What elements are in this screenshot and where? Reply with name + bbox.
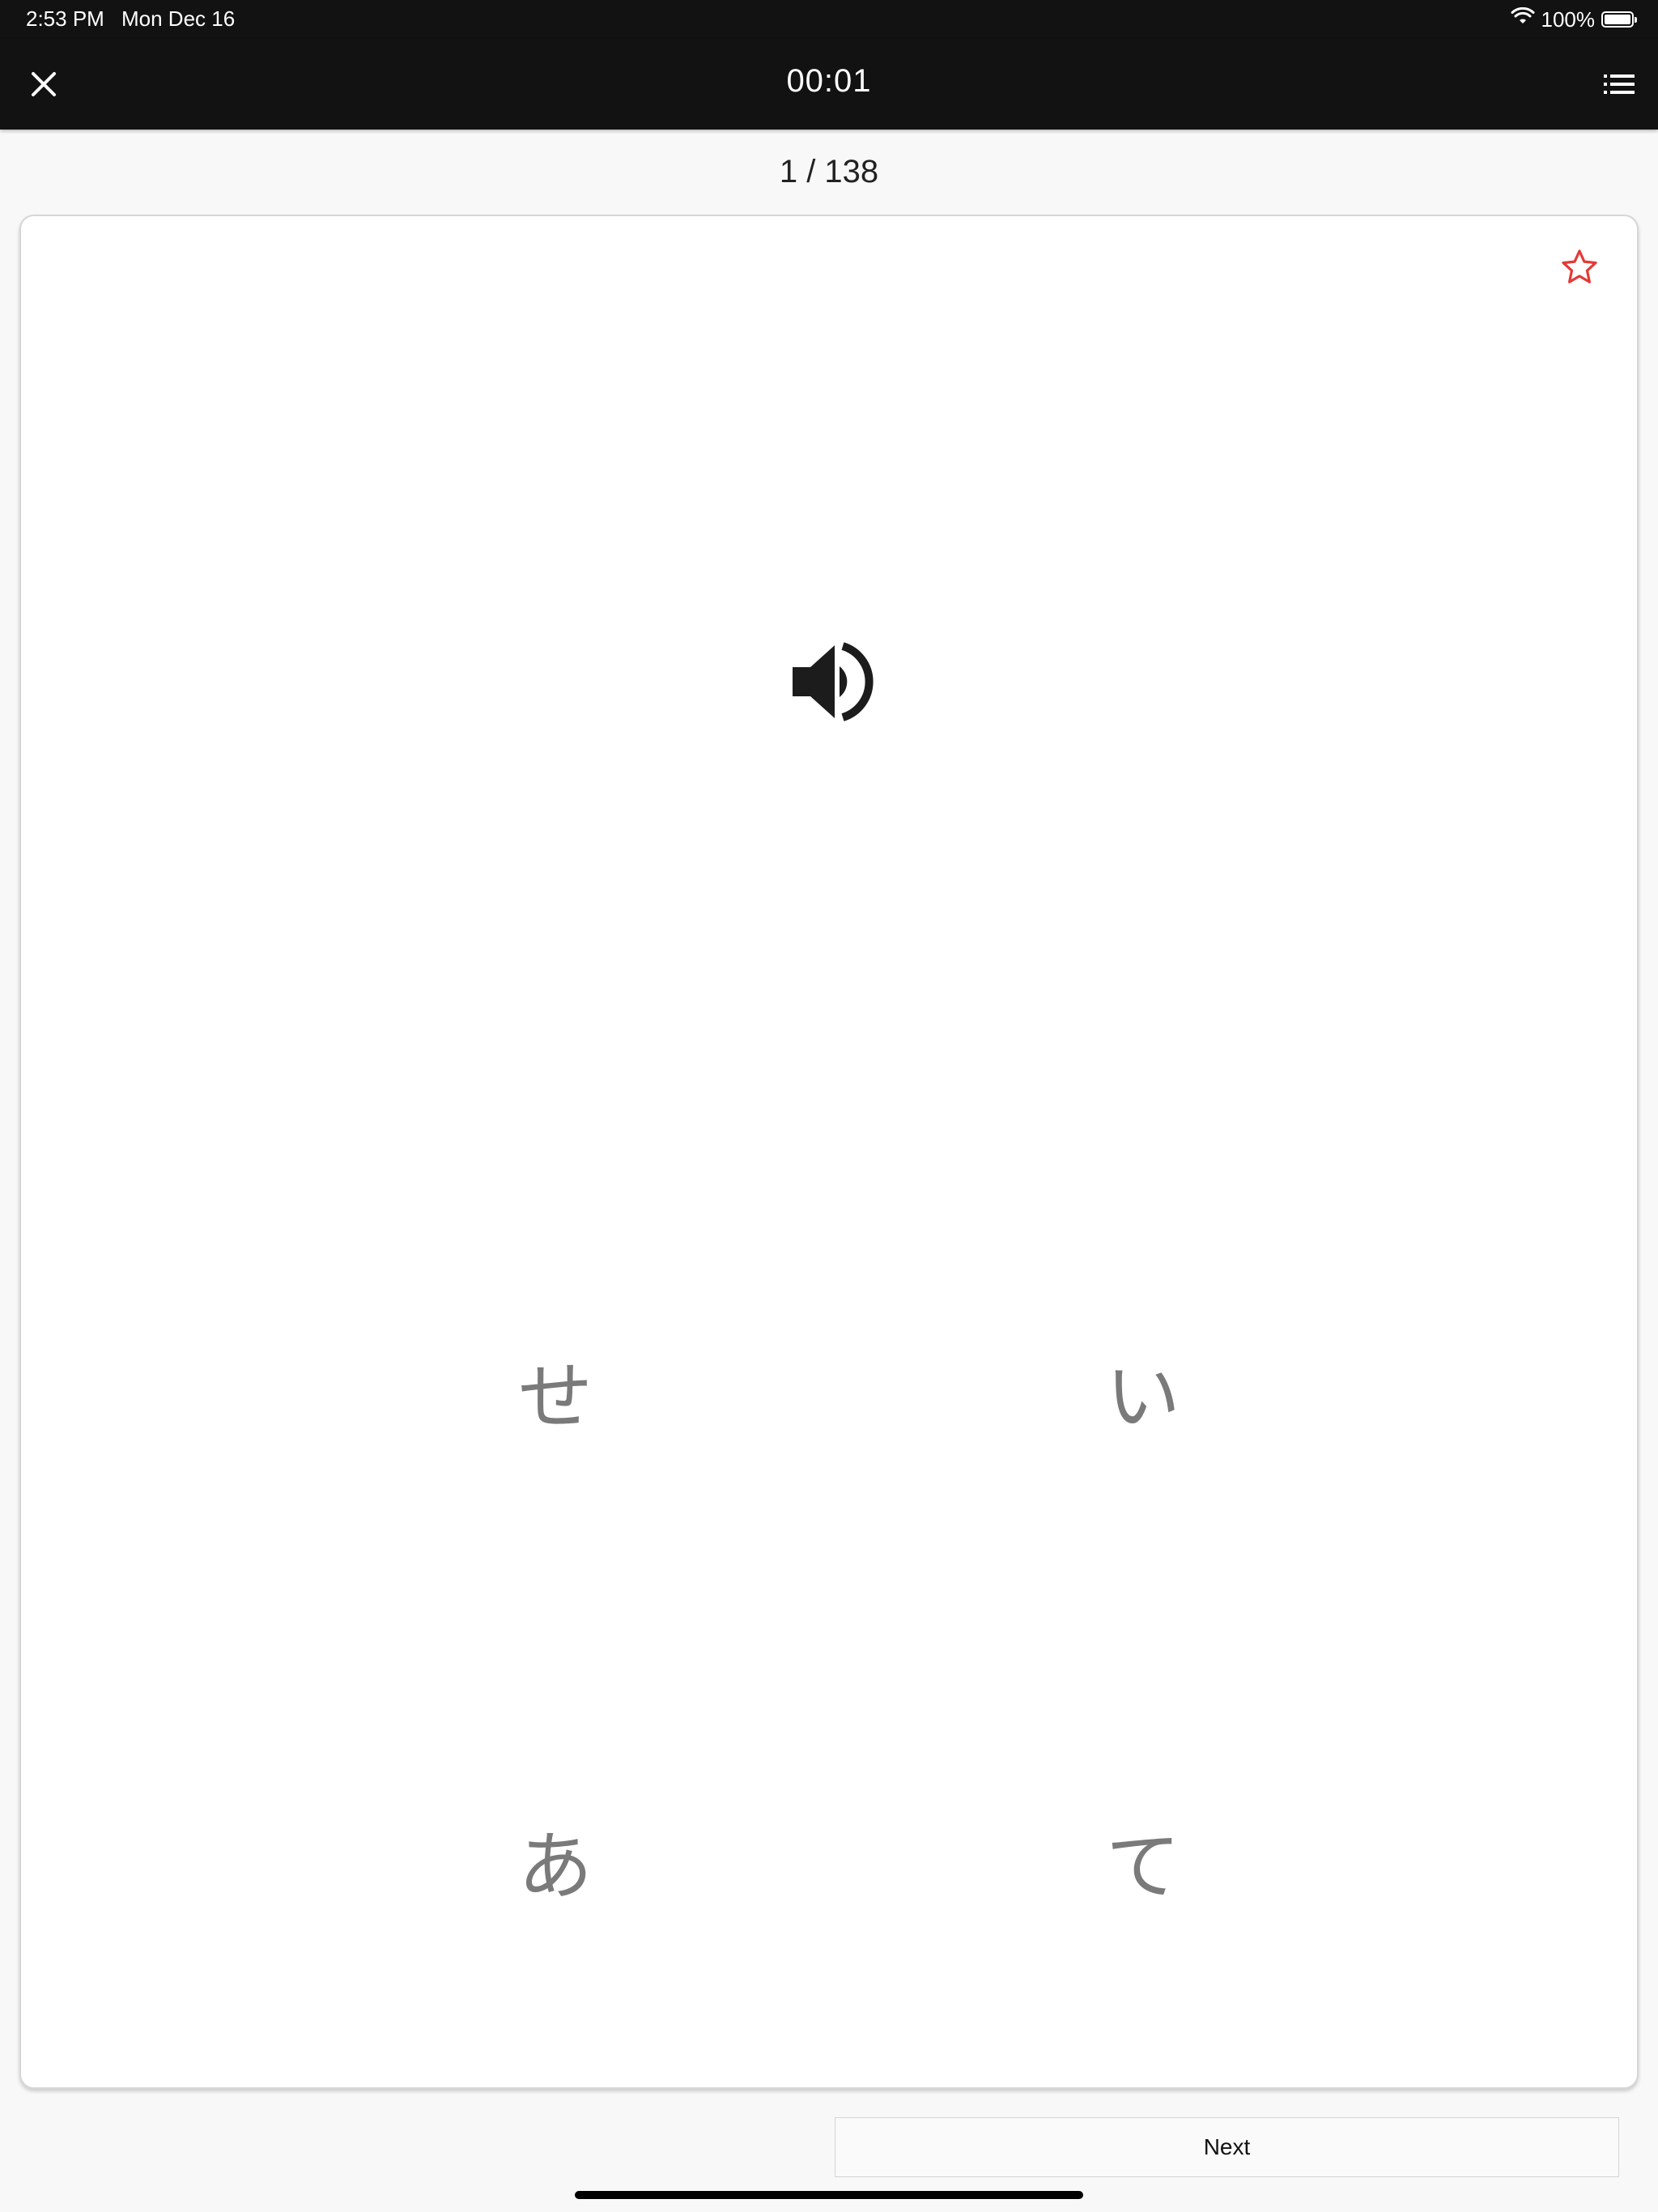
- answer-choice-2[interactable]: い: [1038, 1325, 1248, 1455]
- play-audio-button[interactable]: [786, 637, 875, 726]
- question-counter: 1 / 138: [779, 154, 879, 189]
- status-bar: 2:53 PM Mon Dec 16 100%: [0, 0, 1658, 39]
- answer-choice-1[interactable]: せ: [450, 1325, 661, 1455]
- star-outline-icon: [1562, 249, 1597, 283]
- wifi-icon: [1511, 6, 1535, 32]
- question-list-button[interactable]: [1598, 63, 1640, 105]
- list-icon: [1604, 74, 1635, 94]
- question-card: せ い あ て: [19, 215, 1639, 2089]
- status-indicators: 100%: [1511, 6, 1637, 32]
- next-button[interactable]: Next: [835, 2117, 1619, 2177]
- battery-percent: 100%: [1541, 6, 1596, 32]
- battery-icon: [1601, 11, 1637, 28]
- status-date: Mon Dec 16: [121, 6, 236, 31]
- speaker-icon: [793, 642, 874, 721]
- answer-choice-3[interactable]: あ: [450, 1795, 661, 1925]
- top-bar: 00:01: [0, 39, 1658, 130]
- answer-choice-4[interactable]: て: [1038, 1795, 1248, 1925]
- favorite-button[interactable]: [1559, 247, 1600, 287]
- home-indicator[interactable]: [575, 2191, 1083, 2199]
- quiz-timer: 00:01: [786, 63, 872, 99]
- status-time: 2:53 PM: [26, 6, 104, 31]
